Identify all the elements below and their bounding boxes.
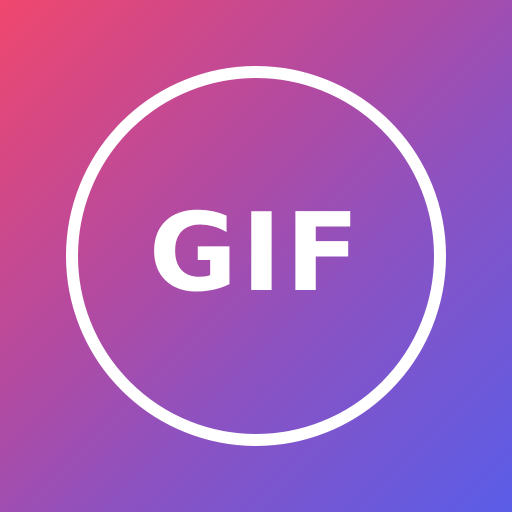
gif-label: GIF — [148, 191, 364, 316]
gif-app-icon[interactable]: GIF — [0, 0, 512, 512]
